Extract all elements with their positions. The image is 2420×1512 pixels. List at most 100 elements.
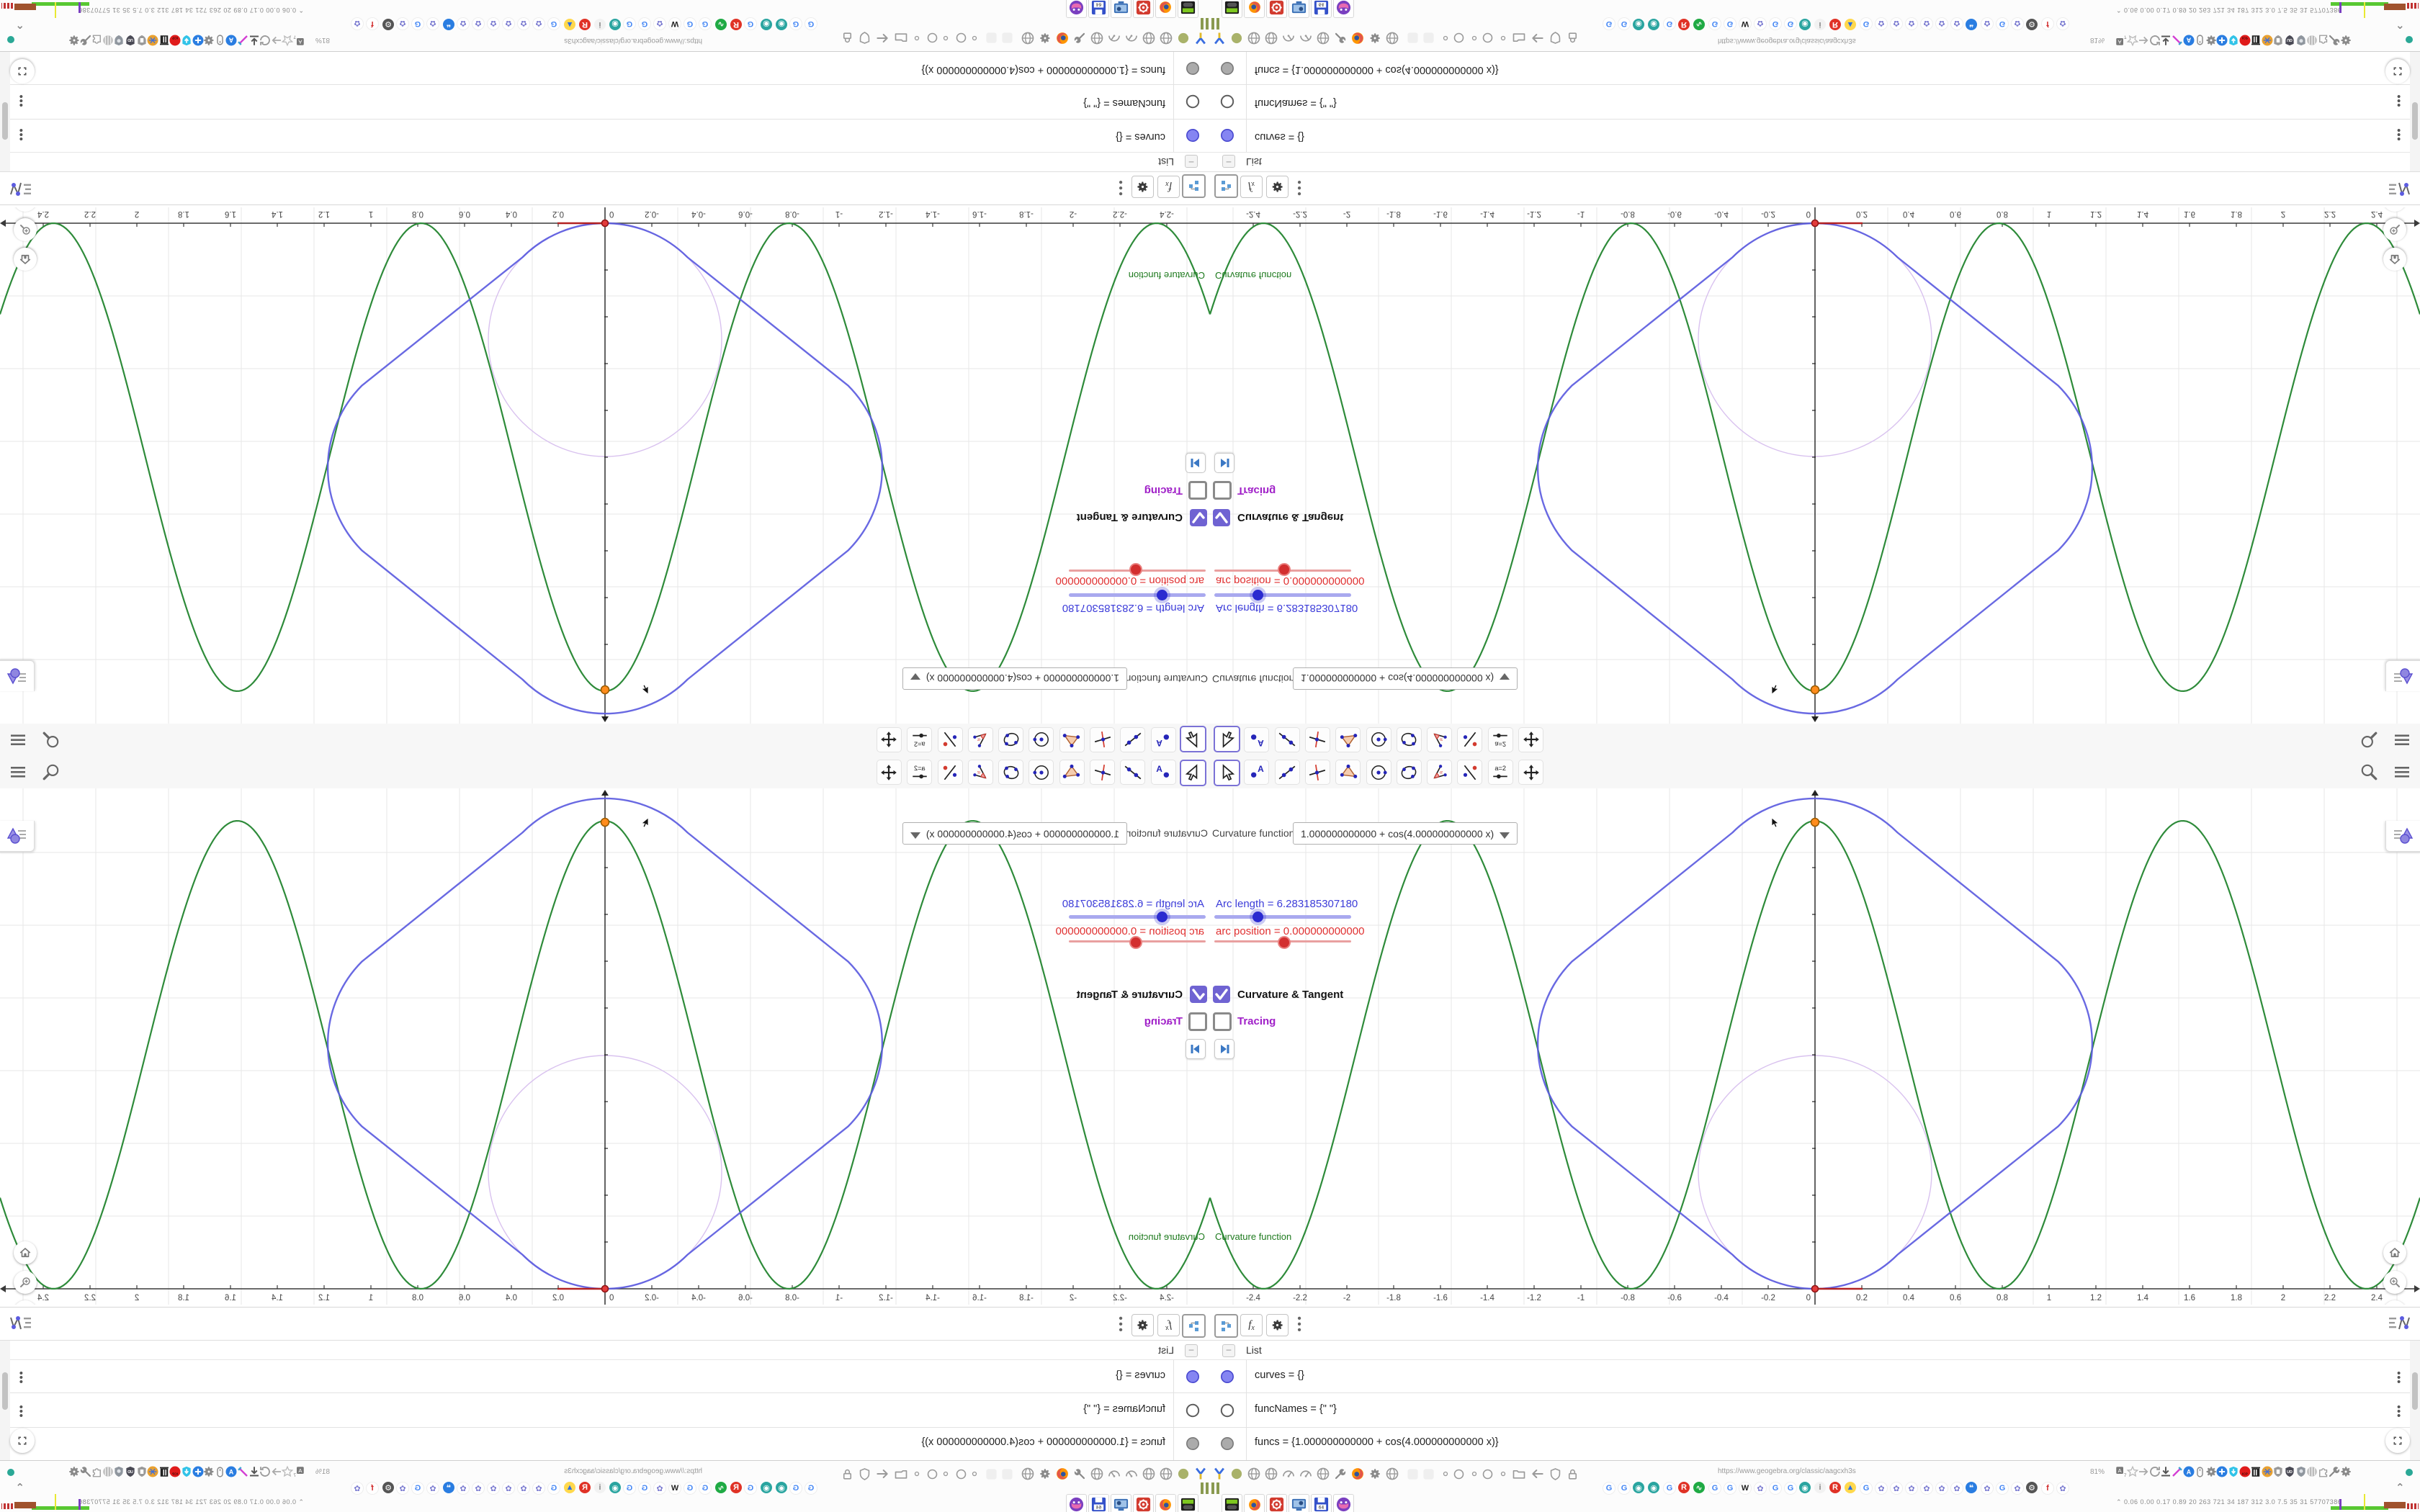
puzzle-icon[interactable] bbox=[90, 1465, 103, 1478]
tab-favicon[interactable]: R bbox=[1678, 19, 1690, 30]
algebra-row-curves[interactable]: curves = {} • • • bbox=[0, 119, 1210, 152]
tool-line[interactable] bbox=[1274, 727, 1300, 752]
ring-l-icon[interactable] bbox=[1479, 30, 1495, 46]
algebra-scrollbar-thumb[interactable] bbox=[2, 1372, 8, 1410]
launcher-monitor-blue[interactable] bbox=[1289, 0, 1309, 18]
list-header-row[interactable]: – List bbox=[1210, 152, 2420, 171]
shield-icon[interactable] bbox=[1547, 1466, 1563, 1482]
graphics-view[interactable]: -2.4 -2.2 -2 -1.8 -1.6 -1.4 -1.2 -1 -0.8 -0.6 -0.4… bbox=[0, 207, 1210, 724]
tool-move[interactable] bbox=[1214, 760, 1240, 786]
tab-favicon[interactable]: ✿ bbox=[1890, 17, 1903, 30]
icp-red-icon[interactable]: ICP bbox=[169, 34, 182, 47]
tracing-checkbox[interactable] bbox=[1188, 1012, 1207, 1031]
tool-conic-5-points[interactable] bbox=[998, 760, 1024, 785]
tracing-checkbox[interactable] bbox=[1213, 481, 1232, 500]
ghost-icon[interactable] bbox=[984, 1466, 1000, 1482]
arc-position-slider-thumb[interactable] bbox=[1129, 936, 1142, 949]
algebra-row-text[interactable]: funcNames = {" "} bbox=[1255, 1403, 1337, 1415]
ring-l-icon[interactable] bbox=[954, 1466, 969, 1482]
sort-objects-button[interactable] bbox=[1214, 1314, 1238, 1338]
tracing-checkbox[interactable] bbox=[1213, 1012, 1232, 1031]
algebra-scrollbar-thumb[interactable] bbox=[2, 102, 8, 140]
tab-favicon[interactable]: ❝ bbox=[1966, 1482, 1977, 1493]
download-icon[interactable] bbox=[248, 1465, 261, 1478]
tab-favicon[interactable]: ✿ bbox=[517, 17, 530, 30]
launcher-firefox[interactable] bbox=[1244, 0, 1265, 18]
ring-l-icon[interactable] bbox=[954, 30, 969, 46]
tab-favicon[interactable]: ✿ bbox=[426, 1482, 439, 1495]
fullscreen-button[interactable] bbox=[10, 1428, 35, 1453]
search-button[interactable] bbox=[2357, 760, 2380, 783]
auxiliary-objects-button[interactable]: fx bbox=[1157, 176, 1180, 198]
fullscreen-button[interactable] bbox=[2385, 1428, 2410, 1453]
ring-l-icon[interactable] bbox=[1479, 1466, 1495, 1482]
ghost-icon[interactable] bbox=[1000, 30, 1016, 46]
visibility-toggle-curves[interactable] bbox=[1220, 1369, 1234, 1384]
tab-favicon[interactable]: ✿ bbox=[517, 1482, 530, 1495]
tab-favicon[interactable]: ✿ bbox=[1875, 17, 1888, 30]
launcher-gear-red[interactable] bbox=[1266, 0, 1287, 18]
icp-red-icon[interactable]: ICP bbox=[169, 1465, 182, 1478]
launcher-firefox[interactable] bbox=[1155, 1494, 1176, 1512]
tab-favicon[interactable]: ✿ bbox=[396, 17, 409, 30]
tab-favicon[interactable]: i bbox=[594, 19, 606, 30]
visibility-toggle-funcs[interactable] bbox=[1220, 61, 1234, 76]
play-step-button[interactable] bbox=[1214, 1039, 1234, 1059]
gear-icon[interactable] bbox=[1367, 30, 1383, 46]
tab-favicon[interactable]: ∿ bbox=[715, 19, 727, 30]
algebra-row-funcnames[interactable]: funcNames = {" "} • • • bbox=[1210, 1393, 2420, 1428]
visibility-toggle-curves[interactable] bbox=[1220, 128, 1234, 143]
tab-favicon[interactable]: G bbox=[789, 1482, 802, 1495]
tab-favicon[interactable]: ✿ bbox=[502, 17, 515, 30]
algebra-scrollbar-track[interactable] bbox=[0, 52, 10, 171]
launcher-cassette-green[interactable] bbox=[1178, 1494, 1198, 1512]
ring-l-icon[interactable] bbox=[1451, 1466, 1466, 1482]
tray-expand-chevron[interactable]: ⌃ bbox=[2396, 18, 2405, 31]
shield-icon[interactable] bbox=[1547, 30, 1563, 46]
tool-point[interactable]: A bbox=[1150, 727, 1176, 752]
lock-icon[interactable] bbox=[840, 1466, 856, 1482]
curvature-function-input[interactable]: 1.000000000000 + cos(4.000000000000 x) bbox=[902, 667, 1127, 690]
visibility-toggle-funcs[interactable] bbox=[1186, 61, 1200, 76]
tab-favicon[interactable]: ∿ bbox=[715, 1482, 727, 1493]
tool-point[interactable]: A bbox=[1244, 760, 1270, 785]
gear-icon[interactable] bbox=[68, 1465, 81, 1478]
list-header-row[interactable]: – List bbox=[0, 1341, 1210, 1360]
tab-favicon[interactable]: R bbox=[730, 19, 742, 30]
tab-favicon[interactable]: G bbox=[623, 17, 636, 30]
algebra-row-funcnames[interactable]: funcNames = {" "} • • • bbox=[1210, 84, 2420, 119]
row-options-kebab[interactable]: • • • bbox=[12, 124, 23, 145]
tab-favicon[interactable]: ✿ bbox=[1920, 17, 1933, 30]
launcher-gear-red[interactable] bbox=[1133, 1494, 1154, 1512]
launcher-monitor-blue[interactable] bbox=[1111, 1494, 1131, 1512]
tab-favicon[interactable]: ◉ bbox=[609, 1482, 621, 1493]
algebra-row-text[interactable]: funcs = {1.000000000000 + cos(4.00000000… bbox=[921, 1436, 1165, 1448]
curvature-tangent-checkbox[interactable] bbox=[1190, 509, 1207, 526]
tab-favicon[interactable]: ✿ bbox=[1981, 17, 1994, 30]
tab-favicon[interactable]: ✿ bbox=[426, 17, 439, 30]
tab-favicon[interactable]: ⚙ bbox=[2026, 1482, 2038, 1493]
tool-slider[interactable]: a=2 bbox=[907, 760, 933, 785]
sort-objects-button[interactable] bbox=[1214, 174, 1238, 198]
tab-favicon[interactable]: G bbox=[1618, 17, 1631, 30]
ghost-icon[interactable] bbox=[1420, 30, 1436, 46]
reload-icon[interactable] bbox=[259, 1465, 272, 1478]
tool-angle[interactable]: α bbox=[1427, 727, 1453, 752]
tab-favicon[interactable]: ◉ bbox=[1648, 1482, 1659, 1493]
fullscreen-button[interactable] bbox=[10, 59, 35, 84]
tool-perpendicular-line[interactable] bbox=[1304, 760, 1330, 785]
tab-favicon[interactable]: G bbox=[789, 17, 802, 30]
tool-circle-center-point[interactable] bbox=[1028, 760, 1054, 785]
translate-blue-icon[interactable]: A bbox=[225, 1465, 238, 1478]
algebra-more-menu[interactable]: • • • bbox=[1116, 176, 1125, 199]
tab-favicon[interactable]: ✿ bbox=[1935, 17, 1948, 30]
arc-length-slider[interactable] bbox=[1210, 587, 1368, 603]
trash-icon[interactable] bbox=[158, 34, 171, 47]
zoom-in-button[interactable] bbox=[14, 1271, 37, 1294]
tool-perpendicular-line[interactable] bbox=[1304, 727, 1330, 752]
lock-icon[interactable] bbox=[1564, 30, 1580, 46]
main-menu-button[interactable] bbox=[2390, 729, 2414, 752]
visibility-toggle-funcnames[interactable] bbox=[1186, 1403, 1200, 1418]
tab-favicon[interactable]: G bbox=[699, 17, 712, 30]
tab-favicon[interactable]: G bbox=[805, 17, 817, 30]
